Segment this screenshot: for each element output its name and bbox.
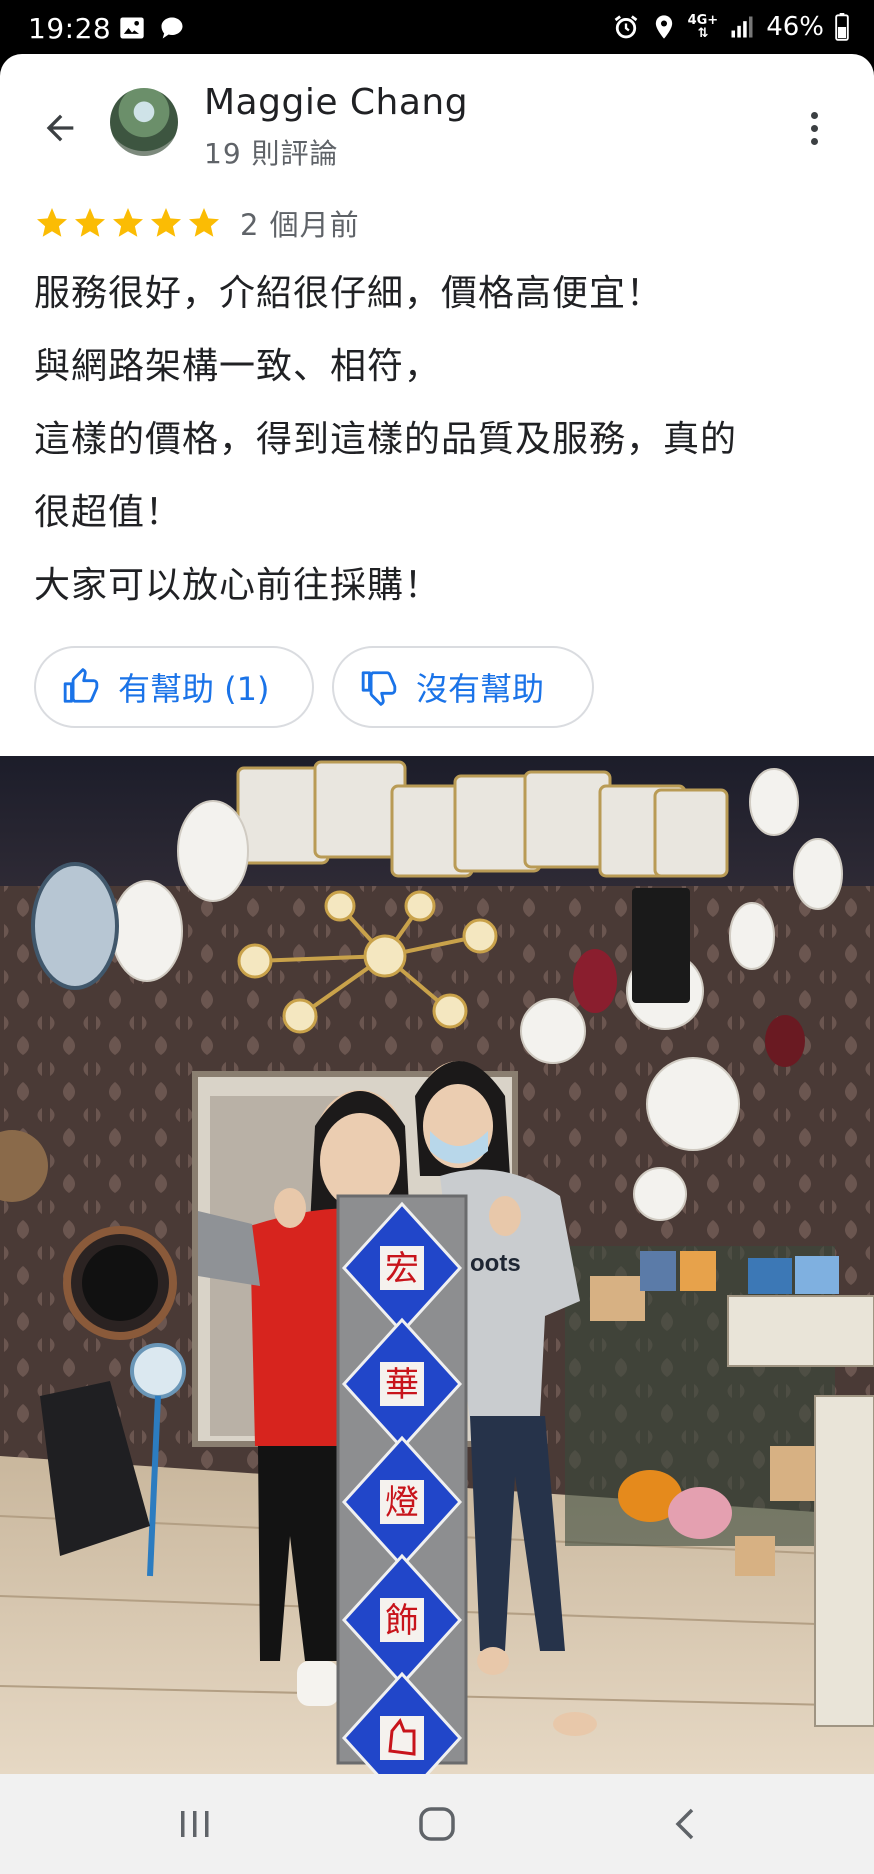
data-arrows: ⇅ bbox=[697, 26, 709, 41]
home-icon bbox=[419, 1807, 455, 1841]
back-nav-button[interactable] bbox=[654, 1799, 714, 1849]
more-vert-icon bbox=[810, 111, 818, 119]
chat-bubble-icon bbox=[161, 17, 183, 39]
sign-char: 宏 bbox=[385, 1249, 419, 1289]
recent-apps-icon bbox=[181, 1811, 209, 1837]
home-button[interactable] bbox=[407, 1799, 467, 1849]
star-rating bbox=[34, 205, 222, 241]
reviewer-name[interactable]: Maggie Chang bbox=[204, 82, 468, 123]
not-helpful-button[interactable]: 沒有幫助 bbox=[332, 646, 594, 728]
status-time: 19:28 bbox=[28, 12, 112, 45]
review-photo[interactable]: oots 宏 華 燈 飾 bbox=[0, 756, 874, 1774]
battery-percent: 46% bbox=[766, 12, 824, 42]
not-helpful-label: 沒有幫助 bbox=[416, 670, 545, 708]
star-icon bbox=[37, 208, 67, 237]
status-bar: 19:28 4G+ ⇅ 46% bbox=[0, 0, 874, 54]
location-icon bbox=[655, 15, 672, 39]
review-line: 這樣的價格，得到這樣的品質及服務，真的 bbox=[34, 419, 738, 460]
recent-apps-button[interactable] bbox=[165, 1799, 225, 1849]
star-icon bbox=[75, 208, 105, 237]
thumb-down-icon bbox=[361, 671, 397, 706]
sign-char: 華 bbox=[385, 1365, 419, 1405]
review-line: 很超值！ bbox=[34, 492, 183, 533]
system-nav-bar bbox=[0, 1774, 874, 1874]
alarm-icon bbox=[614, 15, 637, 39]
image-icon bbox=[120, 17, 144, 39]
signal-icon bbox=[731, 16, 753, 38]
system-status: 4G+ ⇅ 46% bbox=[612, 12, 850, 42]
sign-char: 燈 bbox=[385, 1483, 419, 1523]
reviewer-review-count: 19 則評論 bbox=[204, 137, 339, 170]
chevron-left-icon bbox=[675, 1808, 694, 1840]
star-icon bbox=[189, 208, 219, 237]
rating-row: 2 個月前 bbox=[34, 202, 360, 244]
review-card: Maggie Chang 19 則評論 2 個月前 服務很好，介紹很仔細，價格高… bbox=[0, 54, 874, 1774]
helpful-button[interactable]: 有幫助 (1) bbox=[34, 646, 314, 728]
network-4g-icon: 4G+ ⇅ bbox=[688, 14, 719, 40]
review-line: 大家可以放心前往採購！ bbox=[34, 565, 442, 606]
thumb-up-icon bbox=[63, 668, 99, 703]
review-time: 2 個月前 bbox=[240, 208, 360, 242]
review-text: 服務很好，介紹很仔細，價格高便宜！ 與網路架構一致、相符， 這樣的價格，得到這樣… bbox=[34, 257, 844, 622]
battery-icon bbox=[835, 13, 849, 41]
avatar[interactable] bbox=[110, 88, 178, 156]
shop-photo-illustration: oots 宏 華 燈 飾 bbox=[0, 756, 874, 1774]
review-line: 與網路架構一致、相符， bbox=[34, 346, 442, 387]
arrow-back-icon bbox=[46, 114, 74, 142]
star-icon bbox=[151, 208, 181, 237]
shirt-print-text: oots bbox=[470, 1250, 521, 1277]
review-line: 服務很好，介紹很仔細，價格高便宜！ bbox=[34, 273, 664, 314]
feedback-buttons: 有幫助 (1) 沒有幫助 bbox=[34, 646, 594, 728]
notification-icons bbox=[118, 14, 186, 42]
helpful-label: 有幫助 (1) bbox=[118, 670, 270, 708]
sign-char: 飾 bbox=[385, 1601, 419, 1641]
star-icon bbox=[113, 208, 143, 237]
back-button[interactable] bbox=[36, 104, 84, 152]
more-options-button[interactable] bbox=[794, 104, 834, 152]
